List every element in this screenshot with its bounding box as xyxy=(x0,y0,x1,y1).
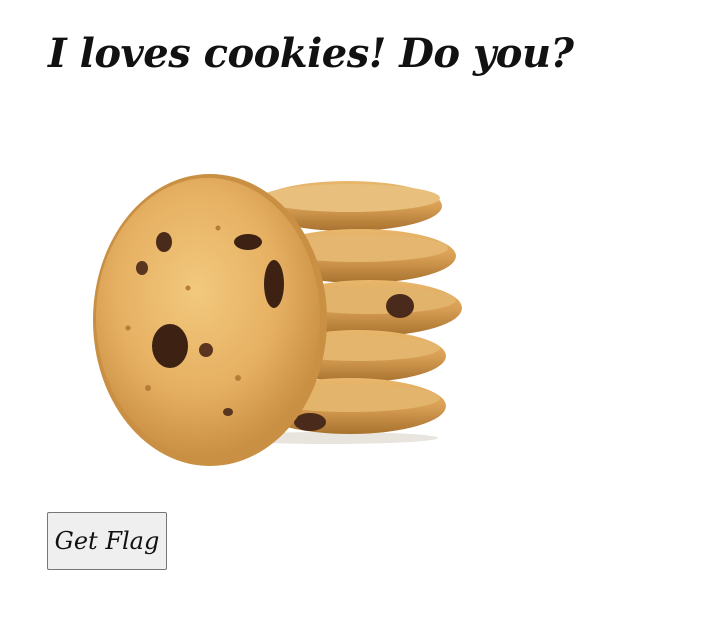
get-flag-button[interactable]: Get Flag xyxy=(47,512,167,570)
cookie-stack-image xyxy=(93,174,462,466)
page-title: I loves cookies! Do you? xyxy=(48,30,574,77)
front-cookie xyxy=(93,174,327,466)
